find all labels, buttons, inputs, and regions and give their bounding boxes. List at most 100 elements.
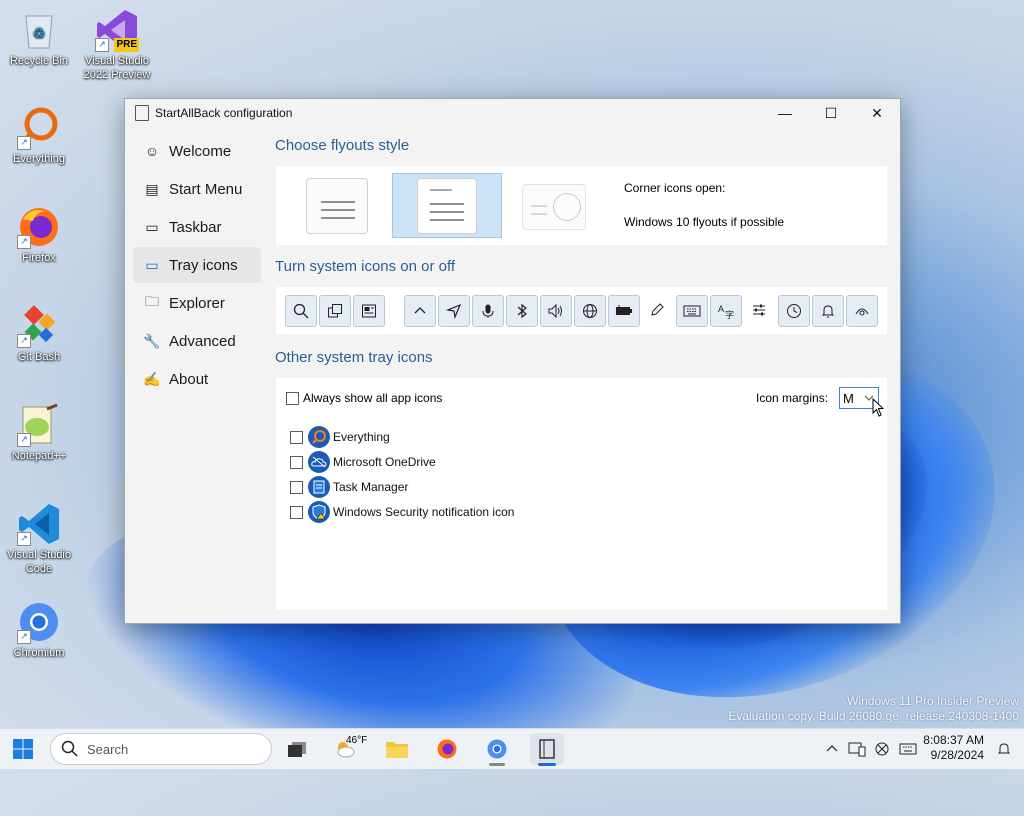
- task-view-icon: [328, 304, 342, 318]
- chevron-toggle[interactable]: [404, 295, 436, 327]
- sidebar-item-welcome[interactable]: ☺ Welcome: [133, 133, 261, 169]
- other-tray-section-title: Other system tray icons: [275, 349, 433, 366]
- sidebar-item-start-menu[interactable]: ▤ Start Menu: [133, 171, 261, 207]
- app-checkbox[interactable]: [290, 455, 303, 469]
- recycle-bin-icon: ♻: [17, 8, 61, 52]
- sidebar-item-tray-icons[interactable]: ▭ Tray icons: [133, 247, 261, 283]
- desktop-icon-label: 2022 Preview: [83, 69, 151, 81]
- search-icon: [61, 740, 78, 757]
- taskbar: Search 46°F 8:08:37 AM 9/28/2024: [0, 728, 1024, 769]
- folder-icon: 🗀: [145, 293, 159, 309]
- chromium-taskbar-button[interactable]: [480, 733, 514, 766]
- desktop-icon-label: Git Bash: [17, 351, 61, 363]
- desktop-icon-notepad-plus-plus[interactable]: ↗ Notepad++: [4, 403, 74, 463]
- notifications-toggle[interactable]: [812, 295, 844, 327]
- desktop-icon-label: Visual Studio: [84, 55, 149, 67]
- location-toggle[interactable]: [438, 295, 470, 327]
- icon-margins-label: Icon margins:: [756, 391, 829, 405]
- desktop-icon-vscode[interactable]: ↗ Visual Studio Code: [4, 502, 74, 576]
- always-show-checkbox[interactable]: [286, 391, 299, 405]
- app-checkbox[interactable]: [290, 480, 303, 494]
- network-toggle[interactable]: [574, 295, 606, 327]
- app-checkbox[interactable]: [290, 505, 303, 519]
- startallback-config-window: StartAllBack configuration — ☐ ✕ ☺ Welco…: [124, 98, 901, 624]
- startallback-app-icon: [539, 739, 555, 759]
- corner-icons-value[interactable]: Windows 10 flyouts if possible: [624, 215, 784, 229]
- shortcut-arrow-icon: ↗: [17, 433, 31, 447]
- input-indicator-toggle[interactable]: A字: [710, 295, 742, 327]
- startallback-taskbar-button[interactable]: [530, 733, 564, 766]
- everything-icon: ↗: [17, 106, 61, 150]
- app-icon: [135, 105, 149, 121]
- sidebar-item-advanced[interactable]: 🔧 Advanced: [133, 323, 261, 359]
- device-icon: [848, 742, 866, 757]
- taskbar-icon: ▭: [145, 218, 159, 235]
- flyout-style-windows7[interactable]: [502, 174, 610, 238]
- notifications-button[interactable]: [992, 733, 1016, 765]
- weather-widget-button[interactable]: 46°F: [328, 733, 367, 765]
- maximize-icon: ☐: [824, 104, 838, 121]
- task-view-toggle[interactable]: [319, 295, 351, 327]
- sidebar-item-taskbar[interactable]: ▭ Taskbar: [133, 209, 261, 245]
- search-toggle[interactable]: [285, 295, 317, 327]
- app-label: Task Manager: [333, 480, 409, 494]
- pen-toggle[interactable]: [642, 295, 672, 325]
- file-explorer-button[interactable]: [380, 733, 414, 765]
- app-row-everything[interactable]: Everything: [290, 426, 390, 448]
- always-show-checkbox-row[interactable]: Always show all app icons: [286, 391, 442, 405]
- keyboard-tray-button[interactable]: [896, 733, 920, 765]
- app-row-task-manager[interactable]: Task Manager: [290, 476, 408, 498]
- desktop-icon-recycle-bin[interactable]: ♻ Recycle Bin: [4, 8, 74, 68]
- chromium-icon: ↗: [17, 600, 61, 644]
- focus-toggle[interactable]: [846, 295, 878, 327]
- clock-toggle[interactable]: [778, 295, 810, 327]
- onedrive-icon: [308, 451, 330, 473]
- battery-toggle[interactable]: [608, 295, 640, 327]
- start-button[interactable]: [6, 733, 40, 765]
- taskbar-clock[interactable]: 8:08:37 AM 9/28/2024: [923, 733, 984, 763]
- touch-keyboard-toggle[interactable]: [676, 295, 708, 327]
- sidebar-item-explorer[interactable]: 🗀 Explorer: [133, 285, 261, 321]
- desktop-icon-chromium[interactable]: ↗ Chromium: [4, 600, 74, 660]
- microphone-toggle[interactable]: [472, 295, 504, 327]
- desktop-icon-git-bash[interactable]: ↗ Git Bash: [4, 304, 74, 364]
- app-label: Windows Security notification icon: [333, 505, 515, 519]
- eye-icon: [855, 308, 869, 316]
- shortcut-arrow-icon: ↗: [95, 38, 109, 52]
- firefox-taskbar-button[interactable]: [430, 733, 464, 765]
- desktop-icon-label: Visual Studio: [6, 549, 71, 561]
- mouse-cursor-icon: [872, 398, 885, 417]
- desktop-icon-firefox[interactable]: ↗ Firefox: [4, 205, 74, 265]
- keyboard-icon: [683, 305, 701, 317]
- app-row-onedrive[interactable]: Microsoft OneDrive: [290, 451, 436, 473]
- sidebar-item-about[interactable]: ✍ About: [133, 361, 261, 397]
- notepad-plus-plus-icon: ↗: [17, 403, 61, 447]
- app-row-windows-security[interactable]: Windows Security notification icon: [290, 501, 514, 523]
- flyouts-section-title: Choose flyouts style: [275, 137, 410, 154]
- flyout-style-windows10[interactable]: [392, 173, 502, 238]
- network-tray-button[interactable]: [870, 733, 896, 765]
- desktop-icon-everything[interactable]: ↗ Everything: [4, 106, 74, 166]
- svg-text:字: 字: [725, 309, 734, 319]
- maximize-button[interactable]: ☐: [808, 99, 854, 127]
- taskbar-search-box[interactable]: Search: [50, 733, 272, 765]
- flyout-style-windows11[interactable]: [282, 174, 390, 238]
- signature-icon: ✍: [143, 370, 161, 387]
- weather-temperature: 46°F: [346, 735, 368, 746]
- task-view-button[interactable]: [280, 733, 314, 765]
- sidebar-item-label: Explorer: [169, 294, 225, 312]
- settings-toggle[interactable]: [744, 295, 774, 325]
- device-tray-button[interactable]: [844, 733, 870, 765]
- bluetooth-toggle[interactable]: [506, 295, 538, 327]
- app-checkbox[interactable]: [290, 430, 303, 444]
- show-hidden-icons-button[interactable]: [822, 733, 842, 765]
- close-button[interactable]: ✕: [854, 99, 900, 127]
- desktop-icon-visual-studio[interactable]: PRE ↗ Visual Studio 2022 Preview: [82, 8, 152, 82]
- flyout-preview: [522, 184, 586, 230]
- volume-toggle[interactable]: [540, 295, 572, 327]
- widgets-toggle[interactable]: [353, 295, 385, 327]
- desktop-icon-label: Notepad++: [11, 450, 67, 462]
- clock-date: 9/28/2024: [930, 748, 984, 762]
- minimize-button[interactable]: —: [762, 99, 808, 127]
- sidebar-item-label: Tray icons: [169, 256, 238, 274]
